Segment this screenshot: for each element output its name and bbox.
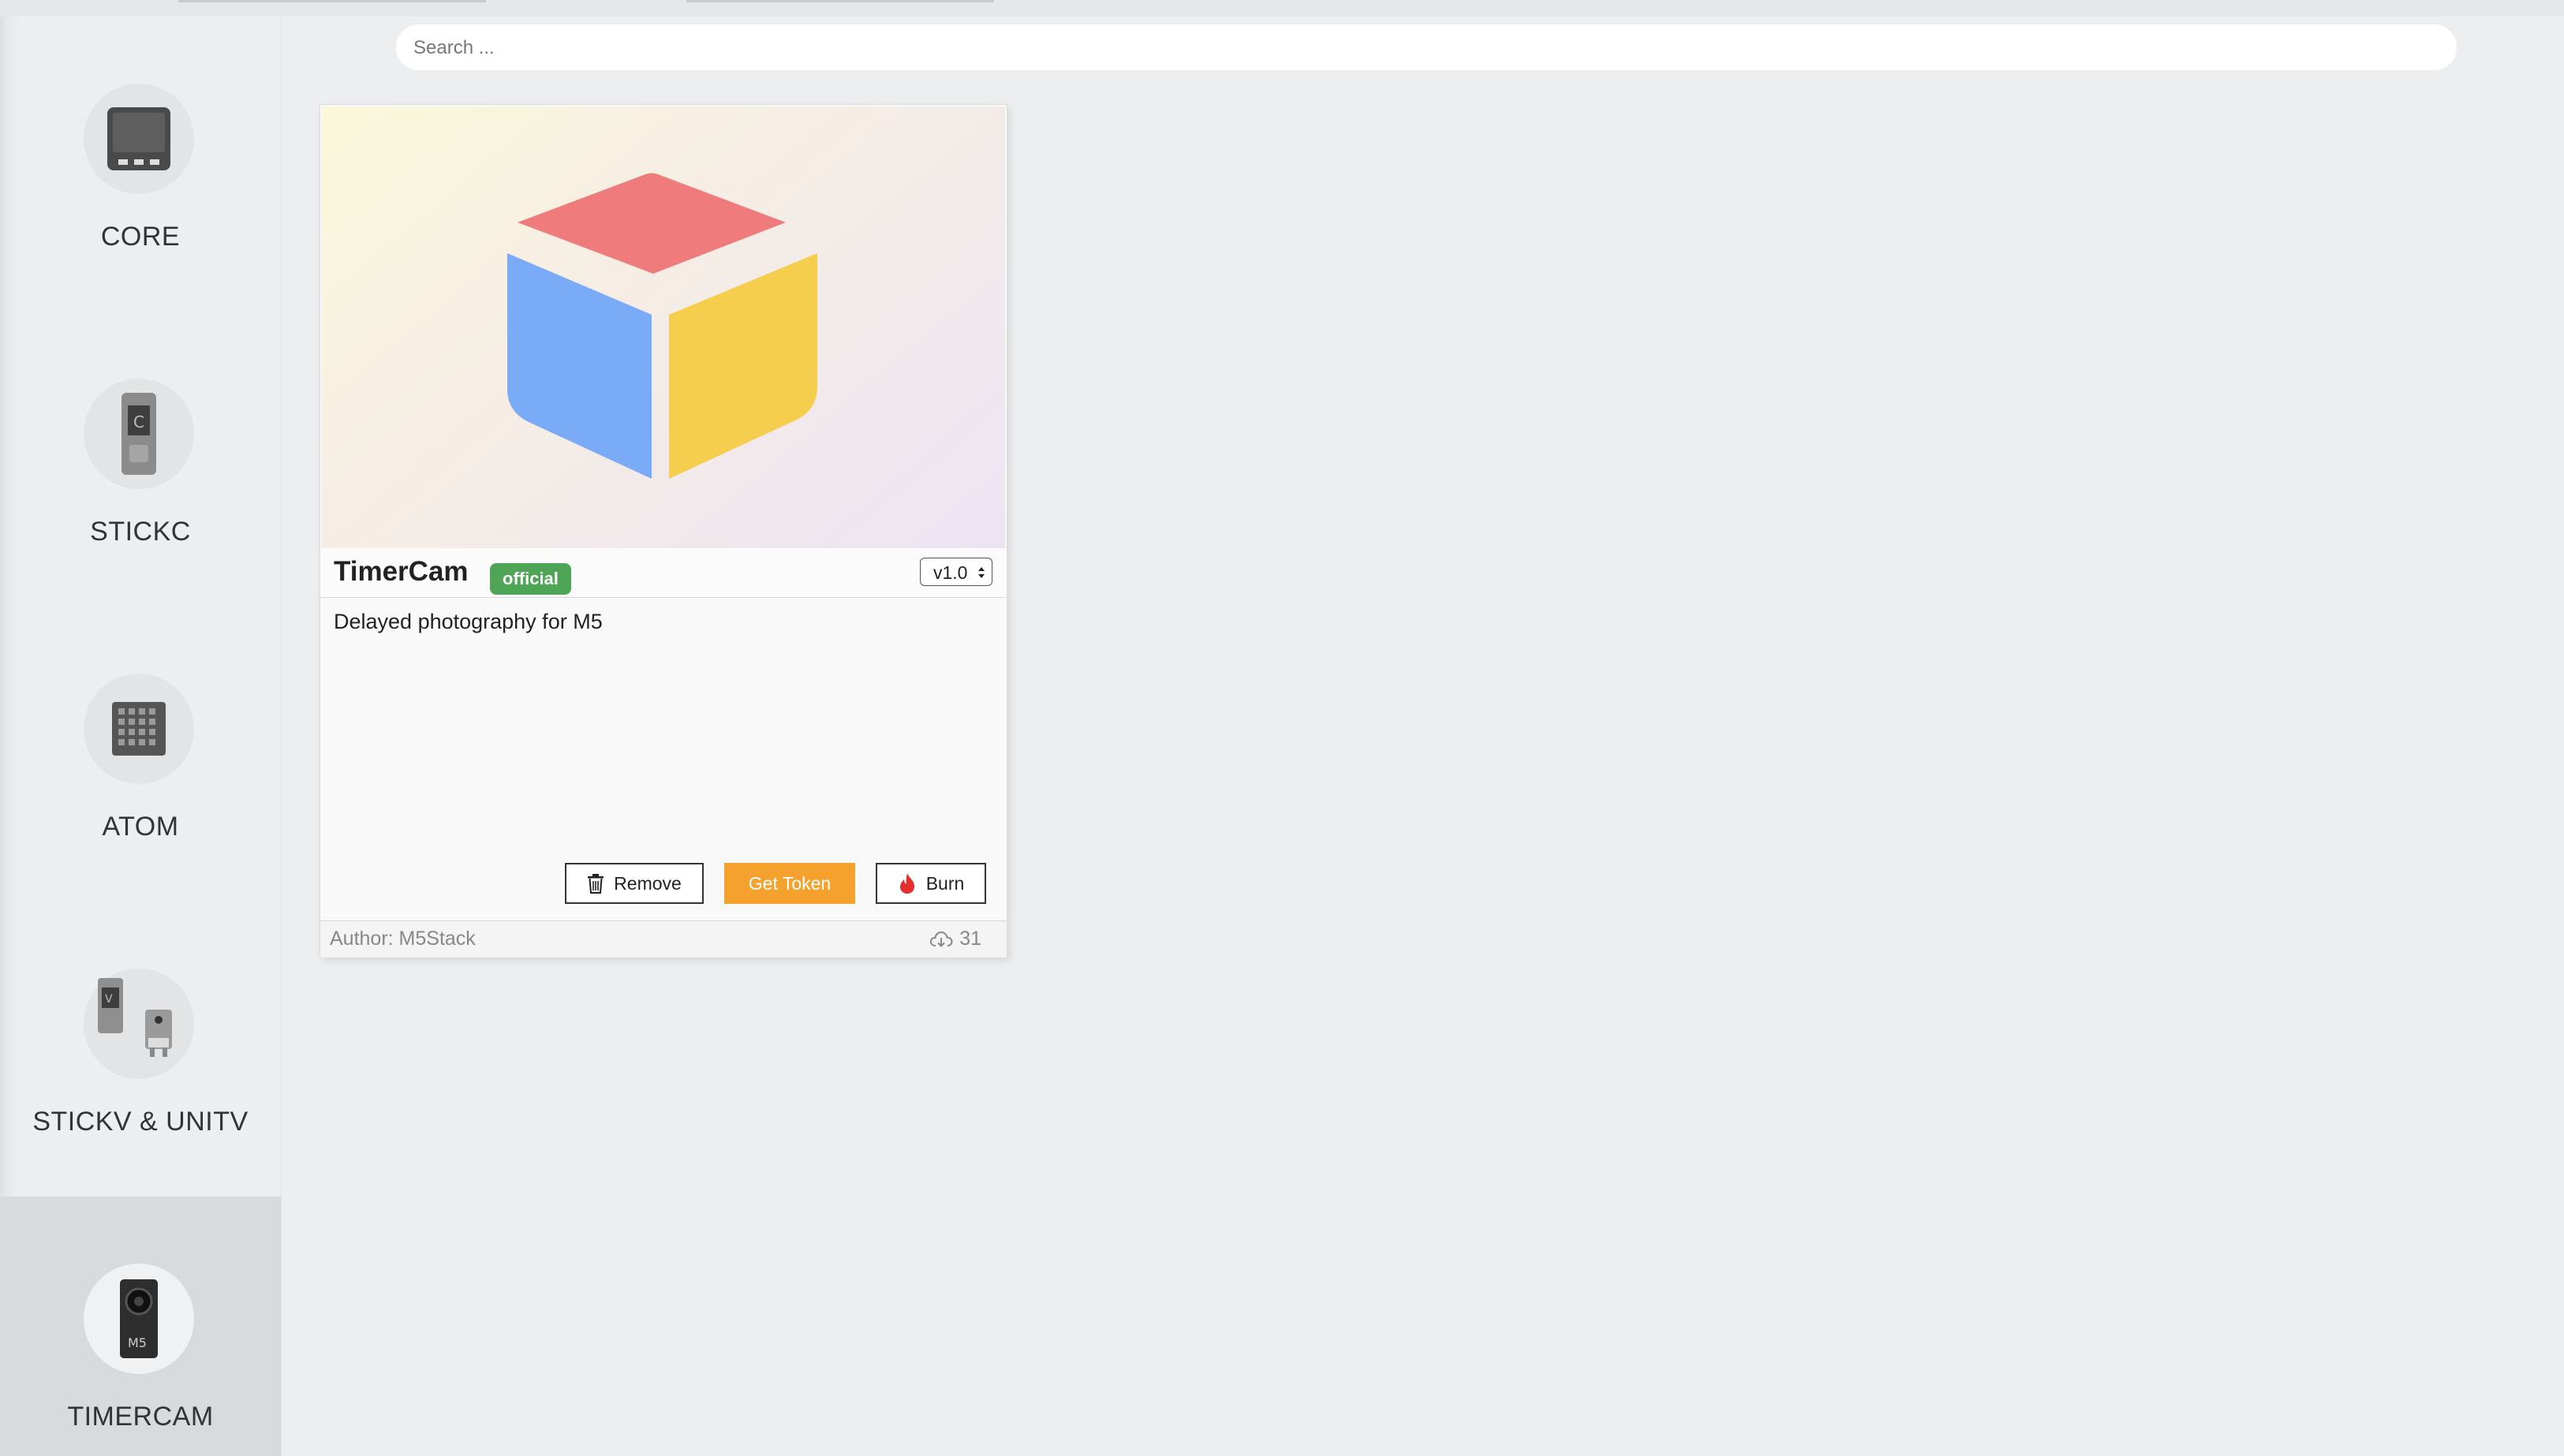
sidebar-item-label: CORE xyxy=(100,222,181,252)
burn-label: Burn xyxy=(925,872,965,894)
official-badge: official xyxy=(490,563,571,595)
version-value: v1.0 xyxy=(933,562,968,583)
remove-button[interactable]: Remove xyxy=(565,863,704,904)
sidebar-item-label: ATOM xyxy=(102,812,179,842)
sidebar-item-label: STICKV & UNITV xyxy=(32,1107,249,1137)
cube-logo-icon xyxy=(507,173,817,479)
sidebar-item-stickv-unitv[interactable]: V STICKV & UNITV xyxy=(0,902,281,1197)
download-count: 31 xyxy=(929,928,981,950)
core-device-icon xyxy=(84,84,194,194)
sidebar-item-timercam[interactable]: M5 TIMERCAM xyxy=(0,1197,281,1456)
app-card: TimerCam official v1.0 Delayed photograp… xyxy=(320,104,1007,958)
burn-button[interactable]: Burn xyxy=(876,863,986,904)
search-bar xyxy=(396,24,2457,72)
sidebar-item-core[interactable]: CORE xyxy=(0,17,281,312)
search-input[interactable] xyxy=(412,24,2435,72)
app-image xyxy=(322,106,1005,548)
flame-icon xyxy=(898,872,917,894)
tab-indicator xyxy=(178,0,486,2)
author-text: Author: M5Stack xyxy=(330,928,476,950)
remove-label: Remove xyxy=(614,872,682,894)
atom-device-icon xyxy=(84,674,194,784)
device-sidebar: CORE C STICKC ATOM V STICKV & UNITV M5 T… xyxy=(0,17,282,1456)
sidebar-item-label: STICKC xyxy=(90,517,191,547)
stickc-device-icon: C xyxy=(84,379,194,489)
app-description: Delayed photography for M5 xyxy=(334,610,603,633)
trash-icon xyxy=(587,873,604,894)
card-footer: Author: M5Stack 31 xyxy=(320,920,1007,958)
cloud-download-icon xyxy=(929,931,953,948)
tab-indicator xyxy=(686,0,994,2)
svg-text:C: C xyxy=(133,413,144,431)
stickv-unitv-device-icon: V xyxy=(84,969,194,1079)
app-title: TimerCam xyxy=(334,556,469,587)
window-top-bar xyxy=(0,0,2564,17)
get-token-button[interactable]: Get Token xyxy=(724,863,855,904)
get-token-label: Get Token xyxy=(748,872,832,894)
download-count-value: 31 xyxy=(959,928,981,950)
sidebar-item-label: TIMERCAM xyxy=(67,1402,214,1432)
sidebar-item-atom[interactable]: ATOM xyxy=(0,607,281,902)
sidebar-item-stickc[interactable]: C STICKC xyxy=(0,312,281,607)
card-header: TimerCam official v1.0 xyxy=(320,548,1007,598)
select-arrows-icon xyxy=(977,558,985,587)
svg-text:M5: M5 xyxy=(128,1335,147,1350)
svg-text:V: V xyxy=(105,993,113,1006)
timercam-device-icon: M5 xyxy=(84,1264,194,1374)
version-select[interactable]: v1.0 xyxy=(920,558,992,586)
